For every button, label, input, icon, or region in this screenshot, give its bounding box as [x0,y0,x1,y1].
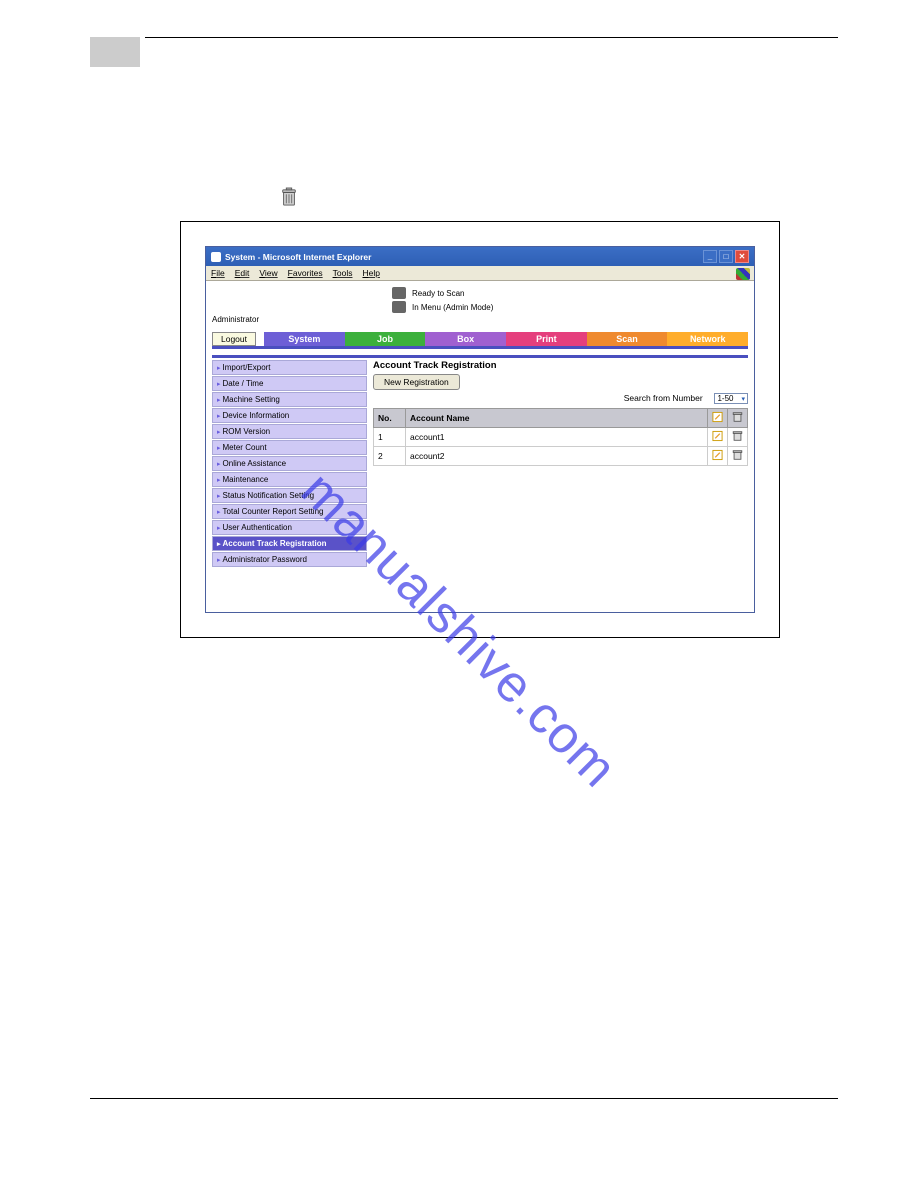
maximize-button[interactable]: □ [719,250,733,263]
menu-help[interactable]: Help [362,268,379,278]
tab-scan[interactable]: Scan [587,332,668,346]
bottom-rule [90,1098,838,1099]
edit-icon[interactable] [708,428,728,447]
menu-tools[interactable]: Tools [333,268,353,278]
sidebar-item-meter-count[interactable]: Meter Count [212,440,367,455]
tab-network[interactable]: Network [667,332,748,346]
table-row: 1 account1 [374,428,748,447]
table-row: 2 account2 [374,447,748,466]
minimize-button[interactable]: _ [703,250,717,263]
trash-icon [280,186,298,213]
top-rule [145,37,838,38]
sidebar: Import/Export Date / Time Machine Settin… [212,360,367,606]
search-number-select[interactable]: 1-50▾ [714,393,748,404]
col-edit[interactable] [708,409,728,428]
admin-label: Administrator [212,315,748,324]
sidebar-item-account-track[interactable]: Account Track Registration [212,536,367,551]
windows-flag-icon [736,268,750,280]
sidebar-item-import-export[interactable]: Import/Export [212,360,367,375]
logout-button[interactable]: Logout [212,332,256,346]
panel-title: Account Track Registration [373,360,748,371]
search-label: Search from Number [624,393,703,403]
menu-view[interactable]: View [259,268,277,278]
sidebar-item-machine-setting[interactable]: Machine Setting [212,392,367,407]
printer-icon [392,301,406,313]
tab-box[interactable]: Box [425,332,506,346]
status-mode: In Menu (Admin Mode) [412,303,493,312]
trash-icon[interactable] [728,447,748,466]
col-no: No. [374,409,406,428]
edit-icon[interactable] [708,447,728,466]
window-titlebar: System - Microsoft Internet Explorer _ □… [206,247,754,266]
chevron-down-icon: ▾ [741,396,745,403]
sidebar-item-admin-password[interactable]: Administrator Password [212,552,367,567]
status-ready: Ready to Scan [412,289,464,298]
screenshot-frame: System - Microsoft Internet Explorer _ □… [180,221,780,638]
menu-file[interactable]: File [211,268,225,278]
sidebar-item-rom-version[interactable]: ROM Version [212,424,367,439]
menu-favorites[interactable]: Favorites [288,268,323,278]
sidebar-item-user-auth[interactable]: User Authentication [212,520,367,535]
tab-job[interactable]: Job [345,332,426,346]
new-registration-button[interactable]: New Registration [373,374,460,390]
trash-icon[interactable] [728,428,748,447]
sidebar-item-date-time[interactable]: Date / Time [212,376,367,391]
menu-edit[interactable]: Edit [235,268,250,278]
sidebar-item-device-information[interactable]: Device Information [212,408,367,423]
window-title: System - Microsoft Internet Explorer [225,252,701,262]
printer-icon [392,287,406,299]
page-marker [90,37,140,67]
ie-icon [211,252,221,262]
tab-system[interactable]: System [264,332,345,346]
col-delete[interactable] [728,409,748,428]
sidebar-item-maintenance[interactable]: Maintenance [212,472,367,487]
close-button[interactable]: ✕ [735,250,749,263]
sidebar-item-online-assistance[interactable]: Online Assistance [212,456,367,471]
sidebar-item-total-counter[interactable]: Total Counter Report Setting [212,504,367,519]
menubar: File Edit View Favorites Tools Help [206,266,754,281]
col-account-name: Account Name [406,409,708,428]
tab-print[interactable]: Print [506,332,587,346]
account-table: No. Account Name 1 [373,408,748,466]
sidebar-item-status-notification[interactable]: Status Notification Setting [212,488,367,503]
